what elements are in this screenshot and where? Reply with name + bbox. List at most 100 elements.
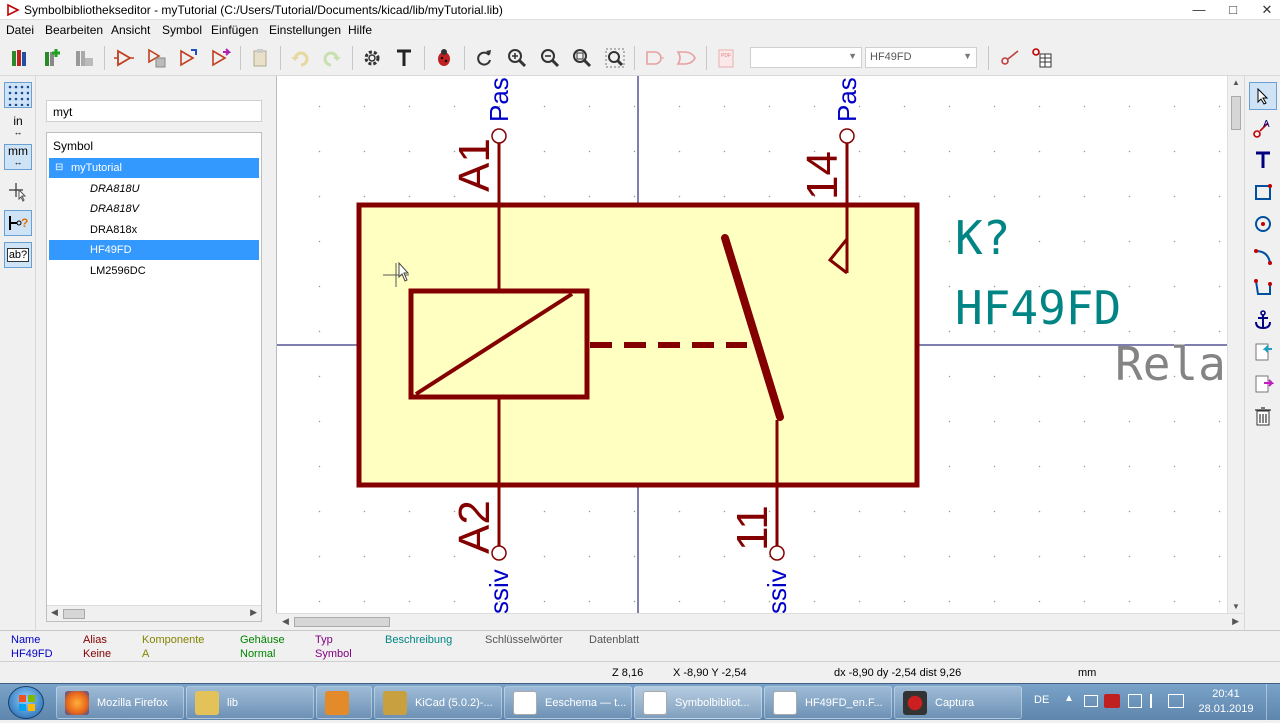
chevron-down-icon: ▼ bbox=[963, 51, 972, 61]
add-arc-icon[interactable] bbox=[1249, 242, 1277, 270]
erc-bug-icon[interactable] bbox=[430, 44, 458, 72]
tray-expand-icon[interactable]: ▲ bbox=[1064, 693, 1074, 704]
add-pin-icon[interactable]: A bbox=[1249, 114, 1277, 142]
msg-beschreibung: Beschreibung bbox=[385, 634, 453, 646]
main-toolbar: PDF ▼ HF49FD ▼ bbox=[0, 40, 1280, 76]
zoom-fit-icon[interactable] bbox=[568, 44, 596, 72]
tree-horizontal-scrollbar[interactable]: ◀ ▶ bbox=[47, 605, 261, 621]
add-circle-icon[interactable] bbox=[1249, 210, 1277, 238]
show-pin-table-icon[interactable] bbox=[996, 44, 1024, 72]
cursor-crosshair-icon[interactable] bbox=[4, 178, 32, 204]
grid-toggle-icon[interactable] bbox=[4, 82, 32, 108]
units-mm-label: mm bbox=[8, 144, 28, 158]
unit-select[interactable]: ▼ bbox=[750, 47, 862, 68]
add-rectangle-icon[interactable] bbox=[1249, 178, 1277, 206]
delete-trash-icon[interactable] bbox=[1249, 402, 1277, 430]
symbol-canvas[interactable]: A1 A2 14 11 Pas Pas ssiv ssiv K? HF49FD … bbox=[276, 76, 1227, 613]
tray-acrobat-icon[interactable] bbox=[1104, 694, 1120, 708]
save-library-icon[interactable] bbox=[70, 44, 98, 72]
new-symbol-icon[interactable] bbox=[110, 44, 138, 72]
language-indicator[interactable]: DE bbox=[1034, 694, 1049, 706]
taskbar-media-player[interactable] bbox=[316, 686, 372, 719]
menu-ansicht[interactable]: Ansicht bbox=[111, 23, 150, 37]
taskbar-captura[interactable]: Captura bbox=[894, 686, 1022, 719]
taskbar-lib[interactable]: lib bbox=[186, 686, 314, 719]
pin-14-type: Pas bbox=[832, 77, 862, 122]
menu-datei[interactable]: Datei bbox=[6, 23, 34, 37]
save-symbol-icon[interactable] bbox=[142, 44, 170, 72]
right-toolbar: A bbox=[1244, 76, 1280, 630]
pin-a1-number: A1 bbox=[450, 138, 499, 192]
clock-date: 28.01.2019 bbox=[1198, 703, 1254, 715]
pin-table-icon[interactable] bbox=[1028, 44, 1056, 72]
export-symbol-icon[interactable] bbox=[206, 44, 234, 72]
menu-symbol[interactable]: Symbol bbox=[162, 23, 202, 37]
collapse-icon[interactable]: ⊟ bbox=[55, 158, 63, 178]
tree-item-dra818x[interactable]: DRA818x bbox=[49, 220, 259, 240]
add-polyline-icon[interactable] bbox=[1249, 274, 1277, 302]
tree-item-hf49fd[interactable]: HF49FD bbox=[49, 240, 259, 260]
taskbar-eeschema[interactable]: Eeschema — t... bbox=[504, 686, 632, 719]
tray-flag-icon[interactable] bbox=[1084, 695, 1098, 707]
paste-icon[interactable] bbox=[246, 44, 274, 72]
show-de-morgan-alt-icon[interactable] bbox=[672, 44, 700, 72]
taskbar-symbol-editor[interactable]: Symbolbibliot... bbox=[634, 686, 762, 719]
tree-item-lm2596dc[interactable]: LM2596DC bbox=[49, 261, 259, 281]
taskbar-firefox[interactable]: Mozilla Firefox bbox=[56, 686, 184, 719]
redo-icon[interactable] bbox=[318, 44, 346, 72]
units-inch-button[interactable]: in ↔ bbox=[4, 114, 32, 140]
value-field[interactable]: HF49FD bbox=[955, 282, 1121, 334]
pin-11-type: ssiv bbox=[762, 569, 792, 613]
undo-icon[interactable] bbox=[286, 44, 314, 72]
minimize-button[interactable]: — bbox=[1182, 0, 1216, 20]
chevron-down-icon: ▼ bbox=[848, 51, 857, 61]
menu-bearbeiten[interactable]: Bearbeiten bbox=[45, 23, 103, 37]
taskbar-kicad[interactable]: KiCad (5.0.2)-... bbox=[374, 686, 502, 719]
library-search-input[interactable]: myt bbox=[46, 100, 262, 122]
show-desktop-button[interactable] bbox=[1266, 684, 1280, 721]
text-field-toggle-icon[interactable]: ab? bbox=[4, 242, 32, 268]
export-graphics-icon[interactable] bbox=[1249, 370, 1277, 398]
import-symbol-icon[interactable] bbox=[174, 44, 202, 72]
start-button[interactable] bbox=[8, 686, 44, 719]
canvas-vertical-scrollbar[interactable]: ▲ ▼ bbox=[1227, 76, 1243, 613]
menu-hilfe[interactable]: Hilfe bbox=[348, 23, 372, 37]
text-tool-icon[interactable] bbox=[390, 44, 418, 72]
units-mm-button[interactable]: mm ↔ bbox=[4, 144, 32, 170]
settings-gear-icon[interactable] bbox=[358, 44, 386, 72]
select-arrow-icon[interactable] bbox=[1249, 82, 1277, 110]
units-in-label: in bbox=[13, 114, 23, 128]
symbol-editor-icon bbox=[643, 690, 667, 715]
import-graphics-icon[interactable] bbox=[1249, 338, 1277, 366]
show-pin-electrical-type-icon[interactable]: ? bbox=[4, 210, 32, 236]
clock[interactable]: 20:41 28.01.2019 bbox=[1196, 687, 1256, 717]
new-library-icon[interactable] bbox=[38, 44, 66, 72]
footprint-field[interactable]: Rela bbox=[1115, 338, 1226, 390]
zoom-selection-icon[interactable] bbox=[601, 44, 629, 72]
menu-einstellungen[interactable]: Einstellungen bbox=[269, 23, 341, 37]
canvas-horizontal-scrollbar[interactable]: ◀ ▶ bbox=[276, 613, 1243, 630]
anchor-icon[interactable] bbox=[1249, 306, 1277, 334]
pin-a2-number: A2 bbox=[450, 500, 499, 554]
tree-item-dra818u[interactable]: DRA818U bbox=[49, 179, 259, 199]
part-select[interactable]: HF49FD ▼ bbox=[865, 47, 977, 68]
zoom-out-icon[interactable] bbox=[536, 44, 564, 72]
tray-monitor-icon[interactable] bbox=[1168, 694, 1184, 708]
add-text-icon[interactable] bbox=[1249, 146, 1277, 174]
tray-network-icon[interactable] bbox=[1128, 694, 1142, 708]
tray-volume-icon[interactable] bbox=[1150, 694, 1164, 708]
tree-item-dra818v[interactable]: DRA818V bbox=[49, 199, 259, 219]
media-player-icon bbox=[325, 690, 349, 715]
reference-field[interactable]: K? bbox=[955, 212, 1010, 264]
zoom-refresh-icon[interactable] bbox=[470, 44, 498, 72]
maximize-button[interactable]: □ bbox=[1216, 0, 1250, 20]
show-de-morgan-normal-icon[interactable] bbox=[640, 44, 668, 72]
close-button[interactable]: ✕ bbox=[1250, 0, 1280, 20]
datasheet-pdf-icon[interactable]: PDF bbox=[712, 44, 740, 72]
tree-library-row[interactable]: ⊟ myTutorial bbox=[49, 158, 259, 178]
menu-einfuegen[interactable]: Einfügen bbox=[211, 23, 258, 37]
taskbar-pdf[interactable]: HF49FD_en.F... bbox=[764, 686, 892, 719]
library-manager-icon[interactable] bbox=[6, 44, 34, 72]
pin-14-number: 14 bbox=[798, 151, 847, 200]
zoom-in-icon[interactable] bbox=[503, 44, 531, 72]
